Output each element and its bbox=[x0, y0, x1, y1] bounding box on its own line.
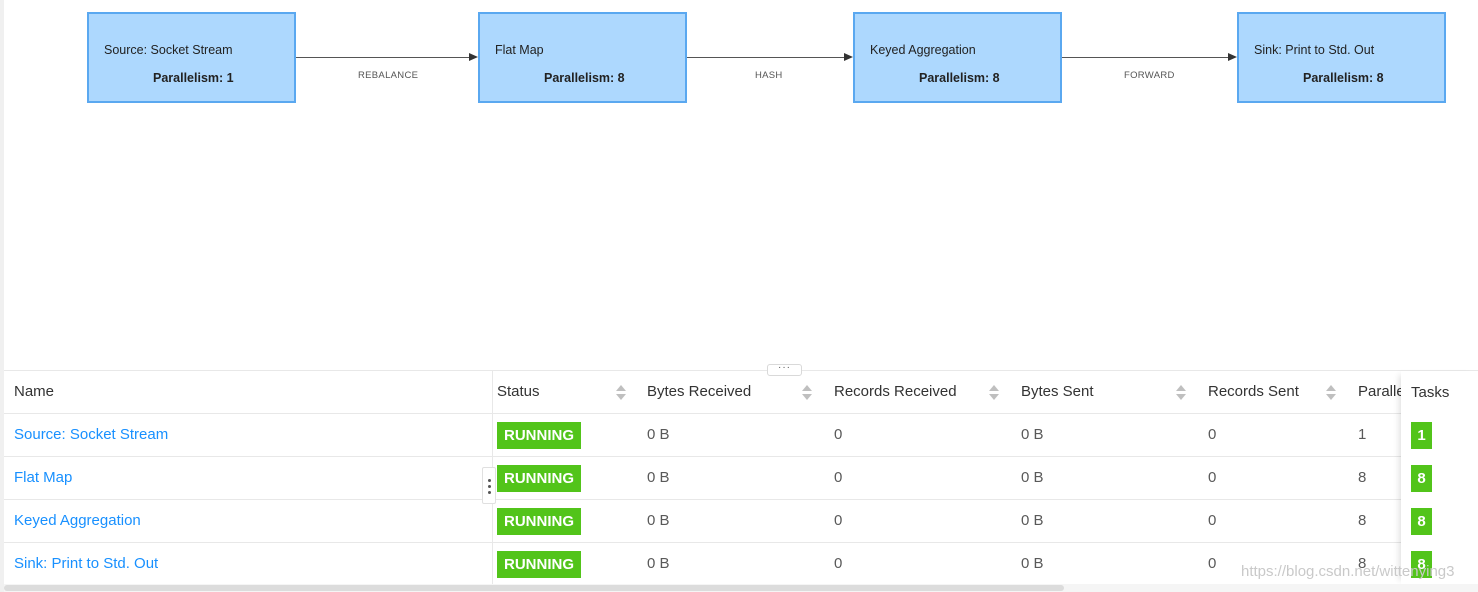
bytes-received-value: 0 B bbox=[647, 469, 670, 486]
horizontal-scrollbar-thumb[interactable] bbox=[4, 585, 1064, 591]
status-badge: RUNNING bbox=[497, 465, 581, 492]
column-header-records-received[interactable]: Records Received bbox=[834, 371, 957, 413]
node-parallelism: Parallelism: 8 bbox=[544, 71, 625, 85]
table-row[interactable]: Source: Socket Stream RUNNING 0 B 0 0 B … bbox=[4, 414, 1478, 457]
sort-icon[interactable] bbox=[616, 385, 626, 401]
column-header-tasks[interactable]: Tasks bbox=[1411, 371, 1449, 414]
table-row[interactable]: Keyed Aggregation RUNNING 0 B 0 0 B 0 8 bbox=[4, 500, 1478, 543]
graph-edge-line bbox=[687, 57, 844, 58]
records-received-value: 0 bbox=[834, 426, 843, 443]
bytes-sent-value: 0 B bbox=[1021, 426, 1044, 443]
graph-node-keyed-aggregation[interactable]: Keyed Aggregation Parallelism: 8 bbox=[853, 12, 1062, 103]
status-badge: RUNNING bbox=[497, 422, 581, 449]
task-count-badge[interactable]: 1 bbox=[1411, 422, 1432, 449]
records-received-value: 0 bbox=[834, 512, 843, 529]
vertex-name-link[interactable]: Source: Socket Stream bbox=[14, 414, 168, 456]
edge-label-hash: HASH bbox=[755, 70, 783, 81]
job-graph[interactable]: Source: Socket Stream Parallelism: 1 REB… bbox=[4, 0, 1478, 370]
status-badge: RUNNING bbox=[497, 551, 581, 578]
node-name: Sink: Print to Std. Out bbox=[1254, 43, 1375, 57]
node-name: Keyed Aggregation bbox=[870, 43, 976, 57]
column-header-parallelism[interactable]: Paralle bbox=[1358, 371, 1402, 413]
vertex-name-link[interactable]: Keyed Aggregation bbox=[14, 500, 141, 542]
watermark-text: https://blog.csdn.net/wittenying3 bbox=[1241, 563, 1455, 580]
column-resize-handle-icon[interactable] bbox=[482, 467, 496, 504]
column-header-status[interactable]: Status bbox=[497, 371, 540, 413]
node-parallelism: Parallelism: 8 bbox=[919, 71, 1000, 85]
tasks-column: Tasks 1 8 8 8 bbox=[1401, 371, 1478, 584]
bytes-received-value: 0 B bbox=[647, 512, 670, 529]
column-header-name[interactable]: Name bbox=[14, 371, 54, 413]
table-row[interactable]: Flat Map RUNNING 0 B 0 0 B 0 8 bbox=[4, 457, 1478, 500]
node-parallelism: Parallelism: 8 bbox=[1303, 71, 1384, 85]
arrow-right-icon bbox=[844, 53, 853, 61]
vertex-name-link[interactable]: Flat Map bbox=[14, 457, 72, 499]
arrow-right-icon bbox=[469, 53, 478, 61]
edge-label-rebalance: REBALANCE bbox=[358, 70, 419, 81]
sort-icon[interactable] bbox=[1326, 385, 1336, 401]
bytes-sent-value: 0 B bbox=[1021, 555, 1044, 572]
graph-node-flat-map[interactable]: Flat Map Parallelism: 8 bbox=[478, 12, 687, 103]
arrow-right-icon bbox=[1228, 53, 1237, 61]
bytes-sent-value: 0 B bbox=[1021, 469, 1044, 486]
status-badge: RUNNING bbox=[497, 508, 581, 535]
records-received-value: 0 bbox=[834, 555, 843, 572]
records-received-value: 0 bbox=[834, 469, 843, 486]
node-name: Flat Map bbox=[495, 43, 544, 57]
records-sent-value: 0 bbox=[1208, 512, 1217, 529]
bytes-sent-value: 0 B bbox=[1021, 512, 1044, 529]
records-sent-value: 0 bbox=[1208, 469, 1217, 486]
graph-node-sink[interactable]: Sink: Print to Std. Out Parallelism: 8 bbox=[1237, 12, 1446, 103]
sort-icon[interactable] bbox=[802, 385, 812, 401]
bytes-received-value: 0 B bbox=[647, 426, 670, 443]
table-header: Name Status Bytes Received Records Recei… bbox=[4, 371, 1478, 414]
vertex-table: Name Status Bytes Received Records Recei… bbox=[4, 371, 1478, 584]
records-sent-value: 0 bbox=[1208, 555, 1217, 572]
graph-node-source[interactable]: Source: Socket Stream Parallelism: 1 bbox=[87, 12, 296, 103]
node-parallelism: Parallelism: 1 bbox=[153, 71, 234, 85]
edge-label-forward: FORWARD bbox=[1124, 70, 1175, 81]
task-count-badge[interactable]: 8 bbox=[1411, 508, 1432, 535]
graph-edge-line bbox=[1062, 57, 1229, 58]
node-name: Source: Socket Stream bbox=[104, 43, 233, 57]
graph-edge-line bbox=[296, 57, 470, 58]
parallelism-value: 8 bbox=[1358, 512, 1367, 529]
column-header-bytes-received[interactable]: Bytes Received bbox=[647, 371, 751, 413]
vertex-name-link[interactable]: Sink: Print to Std. Out bbox=[14, 543, 158, 585]
task-count-badge[interactable]: 8 bbox=[1411, 465, 1432, 492]
parallelism-value: 8 bbox=[1358, 469, 1367, 486]
column-header-records-sent[interactable]: Records Sent bbox=[1208, 371, 1299, 413]
records-sent-value: 0 bbox=[1208, 426, 1217, 443]
sort-icon[interactable] bbox=[1176, 385, 1186, 401]
sort-icon[interactable] bbox=[989, 385, 999, 401]
column-header-bytes-sent[interactable]: Bytes Sent bbox=[1021, 371, 1094, 413]
parallelism-value: 1 bbox=[1358, 426, 1367, 443]
bytes-received-value: 0 B bbox=[647, 555, 670, 572]
